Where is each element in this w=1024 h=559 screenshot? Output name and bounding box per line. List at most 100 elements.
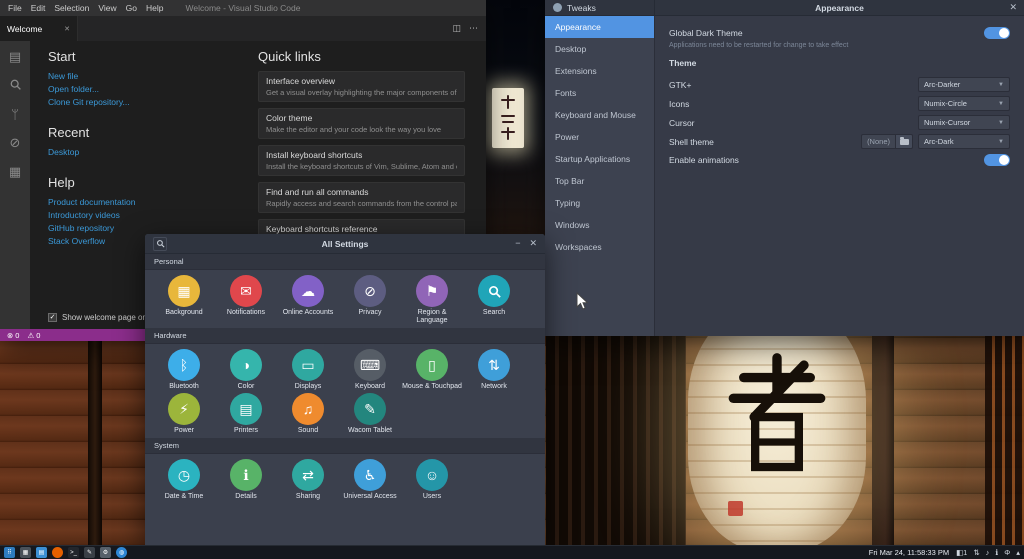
menu-file[interactable]: File — [8, 3, 22, 13]
tweaks-sidebar-fonts[interactable]: Fonts — [545, 82, 654, 104]
file-manager-icon[interactable]: ▤ — [36, 547, 47, 558]
settings-tile-online-accounts[interactable]: ☁ Online Accounts — [277, 275, 339, 325]
close-icon[interactable]: ✕ — [529, 238, 537, 249]
tweaks-sidebar-appearance[interactable]: Appearance — [545, 16, 654, 38]
tweaks-close-icon[interactable]: ✕ — [1009, 2, 1017, 13]
quicklink-card-keyboard-shortcuts[interactable]: Install keyboard shortcuts Install the k… — [258, 145, 465, 176]
menu-selection[interactable]: Selection — [54, 3, 89, 13]
settings-tile-displays[interactable]: ▭ Displays — [277, 349, 339, 391]
global-dark-theme-label: Global Dark Theme — [669, 27, 743, 38]
menu-go[interactable]: Go — [126, 3, 137, 13]
tweaks-sidebar-desktop[interactable]: Desktop — [545, 38, 654, 60]
warning-count[interactable]: ⚠ 0 — [27, 331, 40, 340]
settings-tile-notifications[interactable]: ✉ Notifications — [215, 275, 277, 325]
settings-tile-sharing[interactable]: ⇄ Sharing — [277, 459, 339, 501]
text-editor-icon[interactable]: ✎ — [84, 547, 95, 558]
settings-tile-printers[interactable]: ▤ Printers — [215, 393, 277, 435]
lantern-kanji-sha-icon — [728, 353, 826, 472]
split-editor-icon[interactable]: ◫ — [452, 23, 461, 34]
settings-tile-universal-access[interactable]: ♿ Universal Access — [339, 459, 401, 501]
desktop-pager-icon[interactable]: ▦ — [20, 547, 31, 558]
error-count[interactable]: ⊗ 0 — [7, 331, 19, 340]
tweaks-sidebar-startup-apps[interactable]: Startup Applications — [545, 148, 654, 170]
tweaks-sidebar-keyboard-mouse[interactable]: Keyboard and Mouse — [545, 104, 654, 126]
wacom-icon: ✎ — [354, 393, 386, 426]
terminal-icon[interactable]: >_ — [68, 547, 79, 558]
shell-theme-folder-button[interactable] — [896, 134, 913, 149]
menu-help[interactable]: Help — [146, 3, 163, 13]
settings-tile-keyboard[interactable]: ⌨ Keyboard — [339, 349, 401, 391]
settings-tile-date-time[interactable]: ◷ Date & Time — [153, 459, 215, 501]
settings-tile-users[interactable]: ☺ Users — [401, 459, 463, 501]
settings-tile-wacom[interactable]: ✎ Wacom Tablet — [339, 393, 401, 435]
volume-icon[interactable]: ♪ — [986, 548, 990, 557]
quicklink-card-commands[interactable]: Find and run all commands Rapidly access… — [258, 182, 465, 213]
settings-tile-network[interactable]: ⇅ Network — [463, 349, 525, 391]
tweaks-sidebar-workspaces[interactable]: Workspaces — [545, 236, 654, 258]
settings-tile-privacy[interactable]: ⊘ Privacy — [339, 275, 401, 325]
search-icon — [156, 240, 165, 248]
cursor-theme-label: Cursor — [669, 117, 695, 128]
wall-beam — [872, 300, 894, 550]
search-icon[interactable] — [9, 78, 22, 94]
settings-tile-power[interactable]: ⚡ Power — [153, 393, 215, 435]
network-tray-icon[interactable]: ⇅ — [973, 548, 979, 557]
quicklink-card-color-theme[interactable]: Color theme Make the editor and your cod… — [258, 108, 465, 139]
settings-tile-mouse-touchpad[interactable]: ▯ Mouse & Touchpad — [401, 349, 463, 391]
tweaks-sidebar-power[interactable]: Power — [545, 126, 654, 148]
firefox-icon[interactable] — [52, 547, 63, 558]
tweaks-sidebar-typing[interactable]: Typing — [545, 192, 654, 214]
extensions-icon[interactable]: ▦ — [9, 164, 21, 180]
power-icon[interactable]: Φ — [1004, 548, 1010, 557]
tab-close-icon[interactable]: ✕ — [64, 25, 70, 33]
quick-links-heading: Quick links — [258, 49, 321, 64]
menu-view[interactable]: View — [98, 3, 116, 13]
cursor-theme-dropdown[interactable]: Numix-Cursor ▼ — [918, 115, 1010, 130]
shell-theme-dropdown[interactable]: Arc-Dark ▼ — [918, 134, 1010, 149]
settings-tile-search[interactable]: Search — [463, 275, 525, 325]
settings-tile-background[interactable]: ▦ Background — [153, 275, 215, 325]
tweaks-window: Tweaks Appearance ✕ Appearance Desktop E… — [545, 0, 1024, 336]
debug-icon[interactable]: ⊘ — [10, 135, 21, 151]
web-browser-icon[interactable]: ◍ — [116, 547, 127, 558]
settings-tile-sound[interactable]: ♫ Sound — [277, 393, 339, 435]
chevron-down-icon: ▼ — [998, 81, 1004, 88]
icon-theme-dropdown[interactable]: Numix-Circle ▼ — [918, 96, 1010, 111]
checkbox-checked-icon[interactable]: ✓ — [48, 313, 57, 322]
menu-edit[interactable]: Edit — [31, 3, 46, 13]
search-icon — [478, 275, 510, 307]
tweaks-sidebar-windows[interactable]: Windows — [545, 214, 654, 236]
settings-tile-region-language[interactable]: ⚑ Region & Language — [401, 275, 463, 325]
source-control-icon[interactable]: ᛘ — [11, 107, 19, 122]
enable-animations-toggle[interactable] — [984, 153, 1010, 166]
tweaks-sidebar-extensions[interactable]: Extensions — [545, 60, 654, 82]
tab-welcome-label: Welcome — [7, 23, 43, 34]
settings-tile-bluetooth[interactable]: ᛒ Bluetooth — [153, 349, 215, 391]
app-launcher-icon[interactable]: ⠿ — [4, 547, 15, 558]
settings-tile-color[interactable]: ◑ Color — [215, 349, 277, 391]
vscode-menubar: File Edit Selection View Go Help Welcome… — [0, 0, 486, 16]
minimize-icon[interactable]: − — [515, 238, 520, 249]
shop-sign-calligraphy — [501, 95, 515, 140]
global-dark-theme-toggle[interactable] — [984, 26, 1010, 39]
settings-search-button[interactable] — [153, 236, 167, 251]
users-icon: ☺ — [416, 459, 448, 492]
system-settings-icon[interactable]: ⚙ — [100, 547, 111, 558]
shell-theme-label: Shell theme — [669, 136, 714, 147]
taskbar-clock[interactable]: Fri Mar 24, 11:58:33 PM — [869, 548, 949, 557]
panel-expand-icon[interactable]: ▴ — [1016, 548, 1020, 557]
quicklink-card-interface-overview[interactable]: Interface overview Get a visual overlay … — [258, 71, 465, 102]
system-tray: ◧1 ⇅ ♪ ℹ Φ ▴ — [956, 548, 1020, 557]
tweaks-sidebar-top-bar[interactable]: Top Bar — [545, 170, 654, 192]
gtk-theme-dropdown[interactable]: Arc-Darker ▼ — [918, 77, 1010, 92]
window-badge-icon[interactable]: ◧1 — [956, 548, 967, 557]
color-icon: ◑ — [230, 349, 262, 382]
tab-welcome[interactable]: Welcome ✕ — [0, 16, 78, 41]
explorer-icon[interactable]: ▤ — [9, 49, 21, 65]
more-actions-icon[interactable]: ⋯ — [469, 23, 478, 34]
universal-access-icon: ♿ — [354, 459, 386, 492]
lantern-red-seal — [728, 501, 743, 516]
shell-theme-none-field[interactable]: (None) — [861, 134, 896, 149]
notifications-tray-icon[interactable]: ℹ — [995, 548, 998, 557]
settings-tile-details[interactable]: ℹ Details — [215, 459, 277, 501]
